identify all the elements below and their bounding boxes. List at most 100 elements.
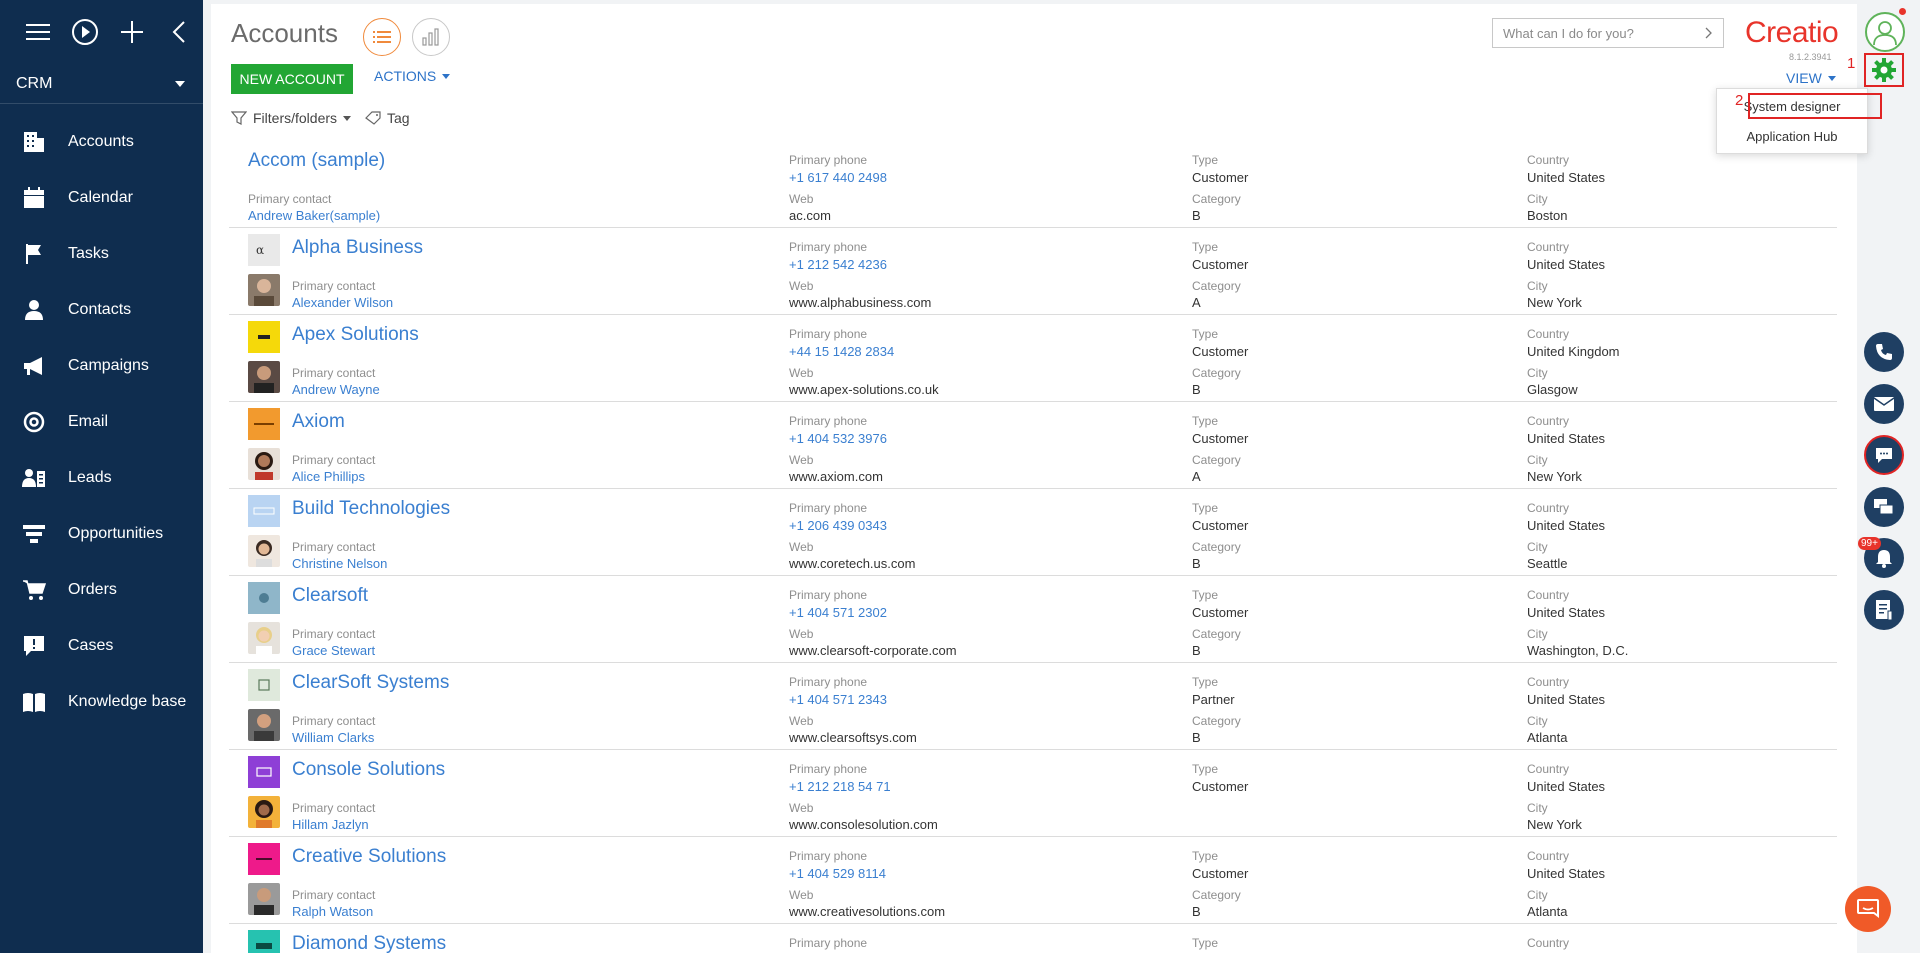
phone-link[interactable]: +1 617 440 2498 bbox=[789, 170, 887, 185]
web-value: www.consolesolution.com bbox=[789, 817, 938, 832]
country-value: United States bbox=[1527, 518, 1606, 533]
account-logo bbox=[248, 843, 280, 875]
city-label: City bbox=[1527, 801, 1548, 815]
sidebar-item-email[interactable]: Email bbox=[0, 394, 203, 450]
table-row[interactable]: Apex Solutions Primary contact Andrew Wa… bbox=[229, 315, 1837, 402]
application-hub-menu-item[interactable]: Application Hub bbox=[1717, 126, 1867, 148]
table-row[interactable]: Accom (sample) Primary contact Andrew Ba… bbox=[229, 141, 1837, 228]
category-label: Category bbox=[1192, 279, 1241, 293]
sidebar-item-cases[interactable]: Cases bbox=[0, 618, 203, 674]
view-button[interactable]: VIEW bbox=[1786, 70, 1836, 86]
table-row[interactable]: Clearsoft Primary contact Grace Stewart … bbox=[229, 576, 1837, 663]
web-value: www.apex-solutions.co.uk bbox=[789, 382, 939, 397]
country-label: Country bbox=[1527, 153, 1570, 167]
chat-button[interactable] bbox=[1864, 435, 1904, 475]
sidebar-item-label: Accounts bbox=[68, 133, 134, 150]
table-row[interactable]: Creative Solutions Primary contact Ralph… bbox=[229, 837, 1837, 924]
account-name[interactable]: Build Technologies bbox=[292, 498, 450, 520]
primary-contact-link[interactable]: Alexander Wilson bbox=[292, 295, 393, 310]
city-value: Atlanta bbox=[1527, 730, 1568, 745]
account-name[interactable]: Creative Solutions bbox=[292, 846, 446, 868]
workplace-select[interactable]: CRM bbox=[0, 64, 203, 104]
primary-contact-link[interactable]: Christine Nelson bbox=[292, 556, 387, 571]
feed-button[interactable] bbox=[1864, 487, 1904, 527]
city-value: Washington, D.C. bbox=[1527, 643, 1629, 658]
table-row[interactable]: Build Technologies Primary contact Chris… bbox=[229, 489, 1837, 576]
sidebar-item-opportunities[interactable]: Opportunities bbox=[0, 506, 203, 562]
gear-icon bbox=[1872, 58, 1896, 82]
table-row[interactable]: α Alpha Business Primary contact Alexand… bbox=[229, 228, 1837, 315]
category-label: Category bbox=[1192, 453, 1241, 467]
command-line-input[interactable]: What can I do for you? bbox=[1492, 18, 1724, 48]
sidebar-item-contacts[interactable]: Contacts bbox=[0, 282, 203, 338]
account-name[interactable]: ClearSoft Systems bbox=[292, 672, 449, 694]
sidebar-item-campaigns[interactable]: Campaigns bbox=[0, 338, 203, 394]
view-label: VIEW bbox=[1786, 70, 1822, 86]
phone-label: Primary phone bbox=[789, 588, 868, 602]
account-name[interactable]: Console Solutions bbox=[292, 759, 445, 781]
primary-contact-link[interactable]: Hillam Jazlyn bbox=[292, 817, 369, 832]
phone-link[interactable]: +1 404 571 2302 bbox=[789, 605, 887, 620]
phone-link[interactable]: +1 404 571 2343 bbox=[789, 692, 887, 707]
sidebar-item-orders[interactable]: Orders bbox=[0, 562, 203, 618]
analytics-view-button[interactable] bbox=[412, 18, 450, 56]
run-process-button[interactable] bbox=[61, 12, 108, 52]
table-row[interactable]: Axiom Primary contact Alice Phillips Pri… bbox=[229, 402, 1837, 489]
menu-button[interactable] bbox=[14, 12, 61, 52]
add-button[interactable] bbox=[109, 12, 156, 52]
phone-link[interactable]: +1 404 532 3976 bbox=[789, 431, 887, 446]
document-icon bbox=[1876, 600, 1893, 621]
primary-contact-link[interactable]: Andrew Baker(sample) bbox=[248, 208, 380, 223]
phone-link[interactable]: +1 206 439 0343 bbox=[789, 518, 887, 533]
envelope-icon bbox=[1873, 397, 1895, 411]
primary-contact-label: Primary contact bbox=[292, 366, 376, 380]
new-account-button[interactable]: NEW ACCOUNT bbox=[231, 64, 353, 94]
web-label: Web bbox=[789, 888, 814, 902]
process-button[interactable] bbox=[1864, 590, 1904, 630]
bar-chart-icon bbox=[422, 28, 439, 46]
account-name[interactable]: Axiom bbox=[292, 411, 345, 433]
primary-contact-link[interactable]: Grace Stewart bbox=[292, 643, 375, 658]
sidebar-item-label: Email bbox=[68, 413, 109, 430]
avatar bbox=[248, 361, 280, 393]
sidebar-item-calendar[interactable]: Calendar bbox=[0, 170, 203, 226]
table-row[interactable]: Diamond Systems Primary phone Type Count… bbox=[229, 924, 1837, 953]
account-name[interactable]: Alpha Business bbox=[292, 237, 423, 259]
phone-link[interactable]: +1 404 529 8114 bbox=[789, 866, 886, 881]
account-name[interactable]: Accom (sample) bbox=[248, 150, 385, 172]
primary-contact-link[interactable]: Alice Phillips bbox=[292, 469, 365, 484]
sidebar-item-leads[interactable]: Leads bbox=[0, 450, 203, 506]
filters-button[interactable]: Filters/folders bbox=[231, 110, 352, 126]
avatar bbox=[248, 535, 280, 567]
sidebar-item-accounts[interactable]: Accounts bbox=[0, 114, 203, 170]
actions-button[interactable]: ACTIONS bbox=[374, 68, 451, 84]
phone-button[interactable] bbox=[1864, 332, 1904, 372]
sidebar-item-knowledge-base[interactable]: Knowledge base bbox=[0, 674, 203, 730]
primary-contact-label: Primary contact bbox=[292, 279, 376, 293]
tag-button[interactable]: Tag bbox=[365, 110, 410, 126]
actions-label: ACTIONS bbox=[374, 68, 437, 84]
primary-contact-link[interactable]: Ralph Watson bbox=[292, 904, 373, 919]
account-name[interactable]: Clearsoft bbox=[292, 585, 368, 607]
country-label: Country bbox=[1527, 762, 1570, 776]
account-name[interactable]: Apex Solutions bbox=[292, 324, 419, 346]
phone-link[interactable]: +44 15 1428 2834 bbox=[789, 344, 894, 359]
phone-link[interactable]: +1 212 218 54 71 bbox=[789, 779, 891, 794]
list-view-button[interactable] bbox=[363, 18, 401, 56]
collapse-button[interactable] bbox=[156, 12, 203, 52]
help-chat-button[interactable] bbox=[1845, 886, 1891, 932]
primary-contact-link[interactable]: Andrew Wayne bbox=[292, 382, 380, 397]
primary-contact-link[interactable]: William Clarks bbox=[292, 730, 374, 745]
settings-button[interactable] bbox=[1864, 53, 1904, 87]
account-logo bbox=[248, 669, 280, 701]
phone-link[interactable]: +1 212 542 4236 bbox=[789, 257, 887, 272]
profile-notification-dot bbox=[1899, 8, 1906, 15]
email-panel-button[interactable] bbox=[1864, 384, 1904, 424]
profile-button[interactable] bbox=[1865, 12, 1905, 52]
category-value: B bbox=[1192, 556, 1201, 571]
table-row[interactable]: Console Solutions Primary contact Hillam… bbox=[229, 750, 1837, 837]
account-name[interactable]: Diamond Systems bbox=[292, 933, 446, 953]
sidebar-item-tasks[interactable]: Tasks bbox=[0, 226, 203, 282]
category-value: B bbox=[1192, 904, 1201, 919]
table-row[interactable]: ClearSoft Systems Primary contact Willia… bbox=[229, 663, 1837, 750]
